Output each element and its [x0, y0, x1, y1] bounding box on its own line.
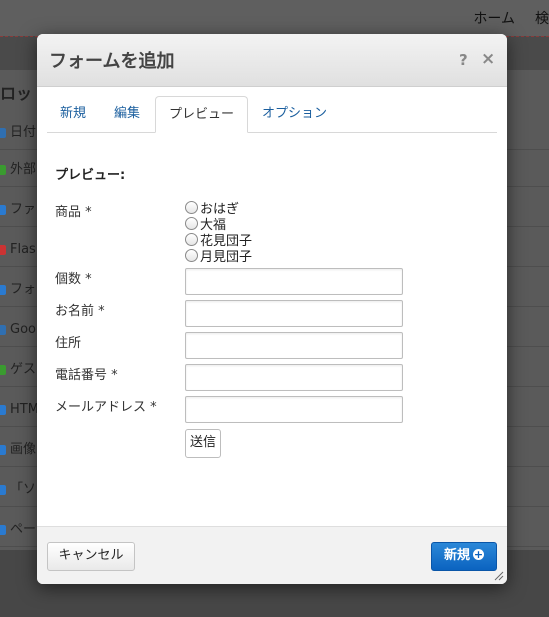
- address-input[interactable]: [185, 332, 403, 359]
- item-label: Goo: [10, 322, 36, 337]
- product-label: 商品 *: [55, 205, 92, 220]
- new-button[interactable]: 新規 +: [431, 542, 497, 571]
- background-top-bar: [0, 0, 549, 36]
- item-icon: [0, 245, 6, 255]
- item-label: 外部: [10, 162, 37, 177]
- tab-edit[interactable]: 編集: [101, 96, 153, 131]
- dialog-title: フォームを追加: [49, 51, 175, 72]
- product-option-label: 月見団子: [200, 249, 253, 265]
- item-icon: [0, 128, 6, 138]
- background-nav-search: 検: [535, 11, 549, 27]
- quantity-input[interactable]: [185, 268, 403, 295]
- add-form-dialog: フォームを追加 ? × 新規 編集 プレビュー オプション プレビュー: 商品 …: [37, 34, 507, 584]
- item-label: フォ: [10, 282, 37, 297]
- radio-button[interactable]: [185, 248, 198, 262]
- tab-options[interactable]: オプション: [249, 96, 340, 131]
- radio-button[interactable]: [185, 200, 198, 214]
- radio-button[interactable]: [185, 216, 198, 230]
- tab-preview[interactable]: プレビュー: [155, 96, 249, 133]
- item-label: ゲス: [10, 362, 37, 377]
- resize-handle-icon[interactable]: [493, 570, 504, 581]
- item-icon: [0, 205, 6, 215]
- name-input[interactable]: [185, 300, 403, 327]
- quantity-label: 個数 *: [55, 272, 92, 287]
- new-button-label: 新規: [443, 548, 470, 563]
- item-icon: [0, 325, 6, 335]
- item-icon: [0, 445, 6, 455]
- item-icon: [0, 285, 6, 295]
- dialog-footer: キャンセル 新規 +: [37, 526, 507, 584]
- item-icon: [0, 405, 6, 415]
- dialog-tabs: 新規 編集 プレビュー オプション: [47, 96, 497, 133]
- item-label: 画像: [10, 442, 37, 457]
- background-panel-title: ロッ: [0, 84, 33, 103]
- email-label: メールアドレス *: [55, 400, 157, 415]
- close-icon[interactable]: ×: [481, 49, 495, 69]
- address-label: 住所: [55, 336, 82, 351]
- help-icon[interactable]: ?: [459, 51, 468, 69]
- email-input[interactable]: [185, 396, 403, 423]
- background-nav: ホーム 検: [473, 8, 549, 28]
- item-label: 日付: [10, 125, 37, 140]
- cancel-button[interactable]: キャンセル: [47, 542, 135, 571]
- background-nav-home: ホーム: [473, 11, 515, 27]
- item-label: ファ: [10, 202, 37, 217]
- name-label: お名前 *: [55, 304, 105, 319]
- preview-heading: プレビュー:: [55, 168, 126, 183]
- tab-new[interactable]: 新規: [47, 96, 99, 131]
- item-icon: [0, 365, 6, 375]
- item-label: ペー: [10, 522, 37, 537]
- item-icon: [0, 525, 6, 535]
- dialog-header: フォームを追加 ? ×: [37, 34, 507, 87]
- item-icon: [0, 485, 6, 495]
- plus-circle-icon: +: [473, 548, 484, 561]
- product-option-tsukimi-dango[interactable]: 月見団子: [185, 247, 253, 265]
- submit-button[interactable]: 送信: [185, 429, 221, 458]
- radio-button[interactable]: [185, 232, 198, 246]
- item-icon: [0, 165, 6, 175]
- item-label: HTM: [10, 402, 39, 417]
- phone-input[interactable]: [185, 364, 403, 391]
- phone-label: 電話番号 *: [55, 368, 118, 383]
- item-label: Flas: [10, 242, 36, 257]
- item-label: 「ソ: [10, 482, 37, 497]
